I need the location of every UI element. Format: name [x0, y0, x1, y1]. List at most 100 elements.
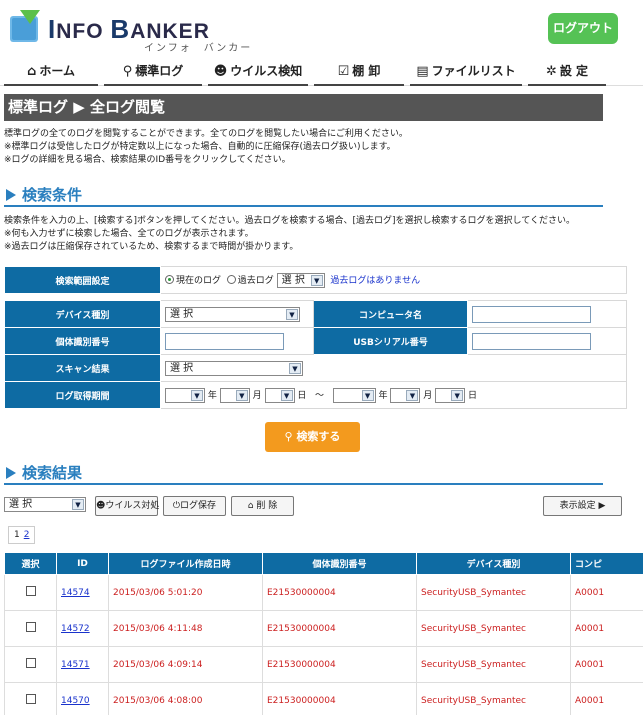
id-link[interactable]: 14572 [61, 624, 90, 634]
serial-cell: E21530000004 [262, 610, 417, 647]
intro-text: 標準ログの全てのログを閲覧することができます。全てのログを閲覧したい場合にご利用… [4, 129, 408, 165]
from-year-select[interactable]: ▼ [165, 387, 205, 403]
usb-serial-input[interactable] [472, 332, 591, 350]
device-cell: SecurityUSB_Symantec [416, 646, 571, 683]
range-cell: 現在のログ 過去ログ 選 択 ▼ 過去ログはありません [160, 266, 627, 294]
range-label: 検索範囲設定 [4, 266, 161, 294]
header: INFO BANKER インフォ バンカー ログアウト [0, 0, 643, 58]
page-title: 標準ログ ▶ 全ログ閲覧 [4, 94, 603, 121]
id-cell: 14570 [56, 682, 109, 715]
virus-icon: ☻ [213, 64, 228, 79]
virus-icon: ☻ [96, 501, 106, 511]
serial-cell: E21530000004 [262, 682, 417, 715]
scan-result-cell: 選 択 ▼ [160, 354, 627, 382]
device-type-select[interactable]: 選 択 ▼ [165, 306, 300, 322]
scan-result-label: スキャン結果 [4, 354, 161, 382]
chevron-down-icon: ▼ [72, 499, 84, 510]
row-select-cell [4, 646, 57, 683]
device-cell: SecurityUSB_Symantec [416, 682, 571, 715]
triangle-icon [6, 467, 16, 479]
nav-item-inventory[interactable]: ☑ 棚 卸 [314, 58, 404, 86]
row-checkbox[interactable] [25, 658, 36, 668]
datetime-cell: 2015/03/06 4:09:14 [108, 646, 263, 683]
delete-button[interactable]: ⌂ 削 除 [231, 496, 294, 516]
logo[interactable]: INFO BANKER インフォ バンカー [10, 10, 250, 54]
search-section-heading: 検索条件 [4, 185, 603, 207]
logo-kana: インフォ バンカー [144, 43, 253, 54]
table-row: 14574 2015/03/06 5:01:20 E21530000004 Se… [4, 574, 643, 611]
scan-result-select[interactable]: 選 択 ▼ [165, 360, 303, 376]
serial-cell: E21530000004 [262, 646, 417, 683]
computer-cell: A0001 [570, 610, 643, 647]
table-header-row: 選択 ID ログファイル作成日時 個体識別番号 デバイス種別 コンピ [4, 552, 643, 575]
logo-icon [10, 10, 40, 42]
id-cell: 14574 [56, 574, 109, 611]
row-checkbox[interactable] [25, 622, 36, 632]
virus-action-button[interactable]: ☻ウイルス対処 [95, 496, 159, 516]
col-device[interactable]: デバイス種別 [416, 552, 571, 575]
main-nav: ⌂ ホーム ⚲ 標準ログ ☻ ウイルス検知 ☑ 棚 卸 ▤ ファイルリスト ✲ 設 定 [0, 58, 643, 86]
past-log-select[interactable]: 選 択 ▼ [276, 272, 325, 288]
row-checkbox[interactable] [25, 694, 36, 704]
id-link[interactable]: 14571 [61, 660, 90, 670]
table-row: 14571 2015/03/06 4:09:14 E21530000004 Se… [4, 646, 643, 683]
col-computer[interactable]: コンピ [570, 552, 643, 575]
search-button[interactable]: ⚲ 検索する [265, 422, 360, 452]
row-checkbox[interactable] [25, 586, 36, 596]
to-year-select[interactable]: ▼ [332, 387, 376, 403]
radio-past-log[interactable] [226, 274, 236, 284]
search-conditions-table: デバイス種別 選 択 ▼ コンピュータ名 個体識別番号 USBシリアル番号 スキャ… [4, 300, 627, 409]
pagination: 12 [8, 526, 36, 544]
save-icon: ⏻ [172, 501, 181, 511]
table-row: 14570 2015/03/06 4:08:00 E21530000004 Se… [4, 682, 643, 715]
list-icon: ▤ [416, 64, 429, 79]
to-month-select[interactable]: ▼ [390, 387, 421, 403]
serial-cell [160, 327, 314, 355]
nav-item-settings[interactable]: ✲ 設 定 [528, 58, 606, 86]
computer-name-label: コンピュータ名 [313, 300, 468, 328]
serial-label: 個体識別番号 [4, 327, 161, 355]
col-serial[interactable]: 個体識別番号 [262, 552, 417, 575]
page-2[interactable]: 2 [24, 530, 30, 540]
computer-name-cell [467, 300, 627, 328]
device-cell: SecurityUSB_Symantec [416, 574, 571, 611]
computer-cell: A0001 [570, 646, 643, 683]
nav-item-standard-log[interactable]: ⚲ 標準ログ [104, 58, 202, 86]
page-1[interactable]: 1 [14, 530, 20, 540]
search-icon: ⚲ [284, 430, 297, 443]
search-description: 検索条件を入力の上、[検索する]ボタンを押してください。過去ログを検索する場合、… [4, 216, 575, 252]
id-link[interactable]: 14570 [61, 696, 90, 706]
col-datetime[interactable]: ログファイル作成日時 [108, 552, 263, 575]
nav-item-file-list[interactable]: ▤ ファイルリスト [410, 58, 522, 86]
chevron-down-icon: ▼ [289, 362, 301, 374]
usb-serial-cell [467, 327, 627, 355]
serial-input[interactable] [165, 332, 284, 350]
device-type-label: デバイス種別 [4, 300, 161, 328]
computer-name-input[interactable] [472, 305, 591, 323]
chevron-down-icon: ▼ [286, 308, 298, 320]
save-log-button[interactable]: ⏻ログ保存 [163, 496, 226, 516]
radio-current-log[interactable] [165, 274, 174, 284]
logout-button[interactable]: ログアウト [548, 13, 618, 44]
id-link[interactable]: 14574 [61, 588, 90, 598]
home-icon: ⌂ [27, 64, 37, 79]
nav-item-virus[interactable]: ☻ ウイルス検知 [208, 58, 308, 86]
datetime-cell: 2015/03/06 5:01:20 [108, 574, 263, 611]
nav-item-home[interactable]: ⌂ ホーム [4, 58, 98, 86]
display-settings-button[interactable]: 表示設定 ▶ [543, 496, 622, 516]
from-day-select[interactable]: ▼ [264, 387, 295, 403]
row-select-cell [4, 574, 57, 611]
from-month-select[interactable]: ▼ [219, 387, 250, 403]
search-icon: ⚲ [122, 64, 133, 79]
search-range-table: 検索範囲設定 現在のログ 過去ログ 選 択 ▼ 過去ログはありません [4, 266, 627, 294]
col-select[interactable]: 選択 [4, 552, 57, 575]
chevron-down-icon: ▼ [310, 274, 323, 286]
chevron-down-icon: ▼ [191, 389, 203, 401]
chevron-down-icon: ▼ [361, 389, 374, 401]
serial-cell: E21530000004 [262, 574, 417, 611]
chevron-down-icon: ▼ [235, 389, 248, 401]
action-select[interactable]: 選 択 ▼ [4, 497, 86, 512]
triangle-icon [6, 189, 16, 201]
to-day-select[interactable]: ▼ [435, 387, 466, 403]
col-id[interactable]: ID [56, 552, 109, 575]
